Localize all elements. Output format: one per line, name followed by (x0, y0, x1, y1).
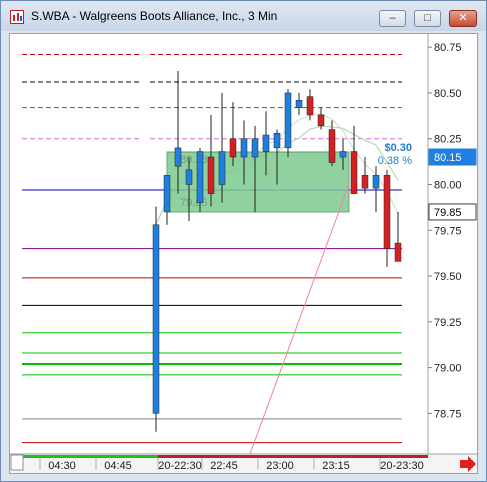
candle-body[interactable] (218, 151, 226, 185)
candle-body[interactable] (229, 138, 237, 158)
candle-body[interactable] (328, 129, 336, 163)
y-tick-label: 80.00 (434, 179, 462, 191)
window-title: S.WBA - Walgreens Boots Alliance, Inc., … (31, 9, 278, 23)
x-tick-label: 20-23:30 (380, 460, 423, 472)
session-bar-premarket (23, 455, 158, 458)
chart-window: S.WBA - Walgreens Boots Alliance, Inc., … (0, 0, 487, 482)
entry-price-label: 80.18 (180, 154, 208, 166)
candle-body[interactable] (196, 151, 204, 204)
x-tick-label: 23:00 (266, 460, 294, 472)
candle-body[interactable] (262, 134, 270, 152)
axis-corner-box[interactable] (10, 454, 24, 471)
candle-body[interactable] (350, 151, 358, 194)
candle-body[interactable] (284, 92, 292, 149)
candle-body[interactable] (361, 175, 369, 189)
price-badge-label: 79.85 (434, 207, 462, 219)
x-tick-label: 23:15 (322, 460, 350, 472)
y-tick-label: 80.25 (434, 134, 462, 146)
minimize-button[interactable]: – (379, 10, 406, 27)
candle-body[interactable] (339, 151, 347, 158)
x-tick-label: 20-22:30 (158, 460, 201, 472)
y-tick-label: 78.75 (434, 408, 462, 420)
candle-body[interactable] (317, 114, 325, 127)
y-tick-label: 79.00 (434, 363, 462, 375)
candle-body[interactable] (251, 138, 259, 158)
y-tick-label: 79.50 (434, 271, 462, 283)
x-tick-label: 04:45 (104, 460, 132, 472)
change-pct-label: 0.38 % (378, 155, 412, 167)
candle-body[interactable] (185, 169, 193, 185)
candle-body[interactable] (295, 100, 303, 108)
candle-body[interactable] (207, 156, 215, 194)
exit-price-label: 79.85 (180, 197, 208, 209)
price-chart[interactable]: 80.18 79.85 $0.30 0.38 % 80.75 80.50 80.25… (10, 34, 477, 473)
price-badge-label: 80.15 (434, 152, 462, 164)
candle-body[interactable] (394, 242, 402, 262)
close-button[interactable]: ✕ (449, 10, 477, 27)
candle-body[interactable] (240, 138, 248, 158)
y-tick-label: 79.25 (434, 317, 462, 329)
y-tick-label: 79.75 (434, 225, 462, 237)
candle-body[interactable] (152, 224, 160, 414)
app-icon (10, 10, 24, 24)
y-tick-label: 80.50 (434, 88, 462, 100)
plot-background (10, 34, 428, 454)
y-tick-label: 80.75 (434, 42, 462, 54)
candle-body[interactable] (372, 175, 380, 189)
candle-body[interactable] (383, 175, 391, 249)
x-tick-label: 04:30 (48, 460, 76, 472)
candle-body[interactable] (163, 175, 171, 213)
change-dollar-label: $0.30 (384, 142, 412, 154)
candle-body[interactable] (273, 132, 281, 149)
y-axis-ticks: 80.75 80.50 80.25 80.00 79.75 79.50 79.25 79.00… (428, 42, 462, 420)
candle-body[interactable] (306, 96, 314, 116)
title-bar[interactable]: S.WBA - Walgreens Boots Alliance, Inc., … (1, 1, 486, 31)
x-tick-label: 22:45 (210, 460, 238, 472)
candle-body[interactable] (174, 147, 182, 167)
maximize-button[interactable]: □ (414, 10, 441, 27)
chart-area[interactable]: 80.18 79.85 $0.30 0.38 % 80.75 80.50 80.25… (9, 33, 478, 474)
session-bar-regular (158, 455, 428, 458)
